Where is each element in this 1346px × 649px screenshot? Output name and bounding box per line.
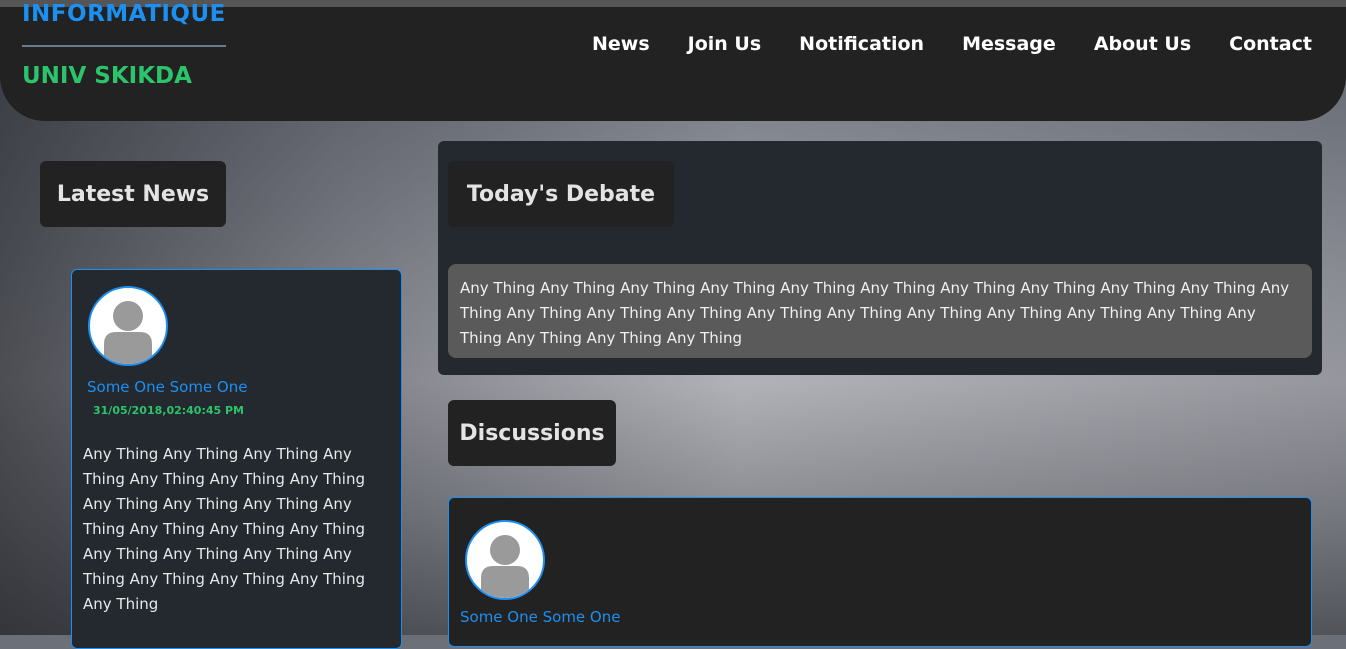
site-header: INFORMATIQUE UNIV SKIKDA News Join Us No…	[0, 1, 1346, 121]
nav-news[interactable]: News	[592, 33, 650, 55]
user-avatar-icon[interactable]	[88, 286, 168, 366]
main-nav: News Join Us Notification Message About …	[592, 33, 1312, 55]
nav-about-us[interactable]: About Us	[1094, 33, 1191, 55]
discussion-card[interactable]: Some One Some One	[448, 497, 1312, 647]
brand-subtitle[interactable]: UNIV SKIKDA	[22, 63, 192, 89]
news-card[interactable]: Some One Some One 31/05/2018,02:40:45 PM…	[71, 269, 402, 649]
debate-heading: Today's Debate	[448, 161, 674, 227]
latest-news-heading: Latest News	[40, 161, 226, 227]
brand-title[interactable]: INFORMATIQUE	[22, 1, 226, 27]
news-author[interactable]: Some One Some One	[87, 378, 247, 396]
user-avatar-icon[interactable]	[465, 520, 545, 600]
nav-notification[interactable]: Notification	[799, 33, 924, 55]
debate-text: Any Thing Any Thing Any Thing Any Thing …	[448, 264, 1312, 358]
discussion-author[interactable]: Some One Some One	[460, 608, 620, 626]
nav-join-us[interactable]: Join Us	[688, 33, 762, 55]
news-body: Any Thing Any Thing Any Thing Any Thing …	[83, 445, 366, 613]
news-date: 31/05/2018,02:40:45 PM	[93, 404, 245, 417]
nav-contact[interactable]: Contact	[1229, 33, 1312, 55]
brand-divider	[22, 45, 226, 47]
debate-panel: Today's Debate Any Thing Any Thing Any T…	[438, 141, 1322, 375]
discussions-heading: Discussions	[448, 400, 616, 466]
nav-message[interactable]: Message	[962, 33, 1056, 55]
